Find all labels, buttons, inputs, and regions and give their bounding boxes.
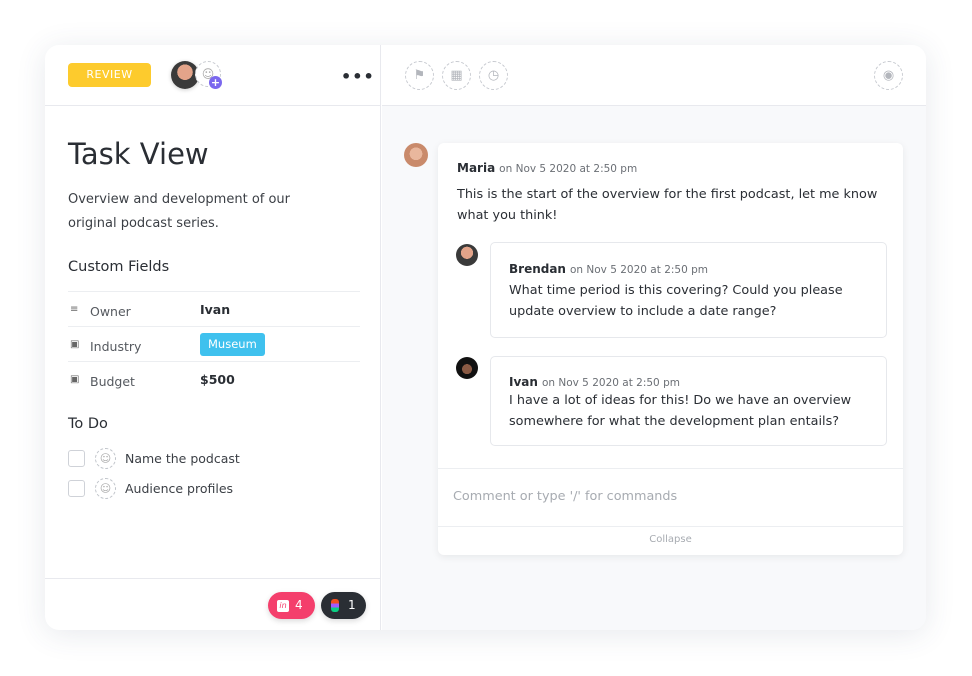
field-value: $500 [200,372,235,387]
integrations-bar: in 4 1 [45,578,381,630]
todo-label: Name the podcast [125,451,240,466]
checkbox[interactable] [68,450,85,467]
field-label: Owner [90,304,131,319]
field-value: Ivan [200,302,231,317]
plus-icon[interactable]: + [209,76,222,89]
toolbar: ⚑ ▦ ◷ ◉ [382,45,926,106]
task-description[interactable]: Overview and development of our original… [68,188,328,236]
clock-icon[interactable]: ◷ [479,61,508,90]
comment-text: What time period is this covering? Could… [509,283,843,319]
comment-thread: Maria on Nov 5 2020 at 2:50 pm This is th… [438,143,903,555]
invision-count: 4 [295,598,303,612]
field-label: Industry [90,339,142,354]
status-badge[interactable]: REVIEW [68,63,151,87]
field-owner[interactable]: ≡ Owner Ivan [68,291,360,326]
comment-text: This is the start of the overview for th… [457,187,878,223]
reply: Ivan on Nov 5 2020 at 2:50 pm I have a lo… [490,356,887,446]
calendar-icon[interactable]: ▦ [442,61,471,90]
eye-icon[interactable]: ◉ [874,61,903,90]
dropdown-icon: ▣ [70,339,80,350]
invision-button[interactable]: in 4 [268,592,315,619]
comment-author: Brendan [509,262,566,276]
text-lines-icon: ≡ [70,304,79,315]
assignee-icon[interactable]: ☺ [95,478,116,499]
comments-pane: ⚑ ▦ ◷ ◉ Maria on Nov 5 2020 at 2:50 pm Th… [382,45,926,630]
reply: Brendan on Nov 5 2020 at 2:50 pm What tim… [490,242,887,338]
comment-author: Ivan [509,375,538,389]
flag-icon[interactable]: ⚑ [405,61,434,90]
comment-date: on Nov 5 2020 at 2:50 pm [499,163,638,175]
field-label: Budget [90,374,135,389]
field-budget[interactable]: ▣ Budget $500 [68,361,360,396]
comment-author: Maria [457,161,496,175]
dropdown-icon: ▣ [70,374,80,385]
task-details-pane: REVIEW ☺ + ••• Task View Overview and de… [45,45,381,630]
industry-tag[interactable]: Museum [200,333,265,356]
comment-text: I have a lot of ideas for this! Do we ha… [509,393,852,429]
page-title: Task View [68,137,209,171]
todo-label: Audience profiles [125,481,234,496]
assignee-icon[interactable]: ☺ [95,448,116,469]
todo-heading: To Do [68,416,108,432]
field-industry[interactable]: ▣ Industry Museum [68,326,360,361]
figma-icon [331,599,339,612]
custom-fields-heading: Custom Fields [68,259,170,275]
avatar-maria [404,143,428,167]
figma-button[interactable]: 1 [321,592,366,619]
avatar-brendan [456,244,478,266]
more-options-icon[interactable]: ••• [341,67,375,86]
checkbox[interactable] [68,480,85,497]
comment-date: on Nov 5 2020 at 2:50 pm [541,377,680,389]
invision-icon: in [277,600,289,612]
task-card: REVIEW ☺ + ••• Task View Overview and de… [45,45,926,630]
comment-meta: Maria on Nov 5 2020 at 2:50 pm [457,157,637,176]
figma-count: 1 [348,598,356,612]
comment-date: on Nov 5 2020 at 2:50 pm [569,264,709,276]
task-header: REVIEW ☺ + ••• [45,45,380,106]
collapse-button[interactable]: Collapse [438,526,903,555]
comment-input[interactable]: Comment or type '/' for commands [438,468,903,526]
avatar-ivan [456,357,478,379]
